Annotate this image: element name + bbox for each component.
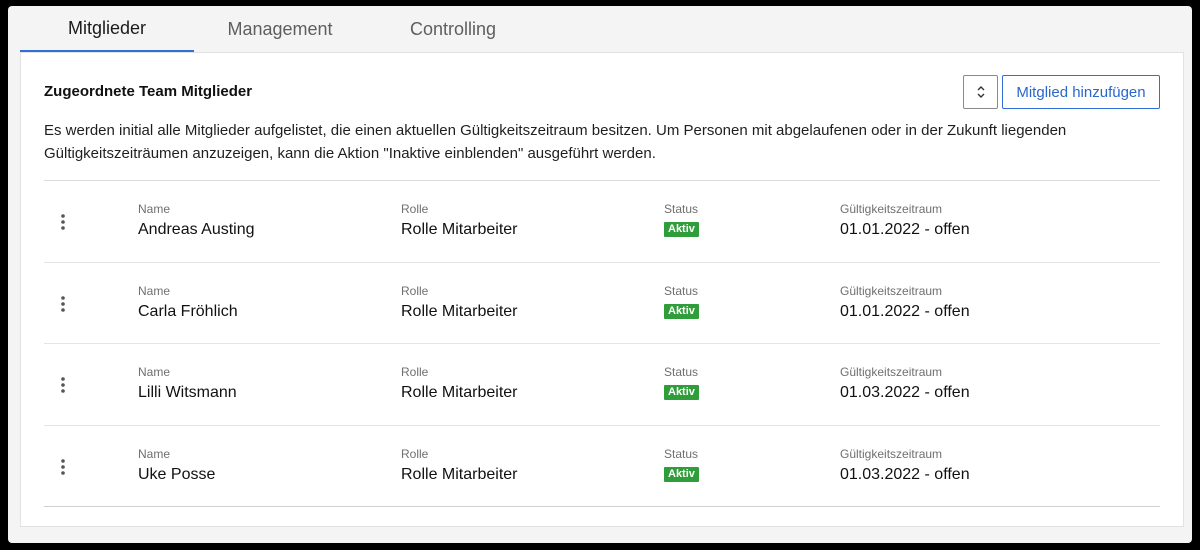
sort-button[interactable] bbox=[963, 75, 998, 109]
row-menu-button[interactable] bbox=[56, 375, 70, 395]
tab-mitglieder[interactable]: Mitglieder bbox=[20, 6, 194, 52]
tab-management[interactable]: Management bbox=[194, 6, 366, 52]
kebab-menu-icon bbox=[61, 458, 65, 475]
kebab-menu-icon bbox=[61, 214, 65, 230]
member-role: Rolle Mitarbeiter bbox=[401, 465, 518, 483]
member-name: Lilli Witsmann bbox=[138, 384, 237, 401]
status-badge: Aktiv bbox=[664, 385, 699, 400]
member-role: Rolle Mitarbeiter bbox=[401, 221, 518, 238]
period-label: Gültigkeitszeitraum bbox=[840, 446, 943, 461]
role-label: Rolle bbox=[401, 446, 429, 461]
add-member-button[interactable]: Mitglied hinzufügen bbox=[1002, 75, 1160, 109]
tab-controlling[interactable]: Controlling bbox=[366, 6, 540, 52]
name-label: Name bbox=[138, 365, 171, 379]
section-title: Zugeordnete Team Mitglieder bbox=[44, 83, 253, 100]
period-cell: Gültigkeitszeitraum 01.03.2022 - offen bbox=[840, 447, 970, 484]
status-cell: Status Aktiv bbox=[664, 447, 699, 482]
role-cell: Rolle Rolle Mitarbeiter bbox=[401, 202, 517, 239]
role-label: Rolle bbox=[401, 202, 429, 216]
status-label: Status bbox=[664, 365, 699, 379]
period-cell: Gültigkeitszeitraum 01.01.2022 - offen bbox=[840, 284, 970, 321]
name-label: Name bbox=[138, 446, 171, 461]
member-name: Uke Posse bbox=[138, 465, 216, 483]
intro-text: Es werden initial alle Mitglieder aufgel… bbox=[44, 119, 1144, 165]
row-menu-button[interactable] bbox=[56, 457, 70, 477]
table-row: Name Lilli Witsmann Rolle Rolle Mitarbei… bbox=[44, 344, 1160, 426]
members-card: Zugeordnete Team Mitglieder Mitglied hin… bbox=[20, 52, 1184, 527]
period-label: Gültigkeitszeitraum bbox=[840, 202, 943, 216]
sort-updown-icon bbox=[977, 86, 984, 98]
name-cell: Name Carla Fröhlich bbox=[138, 284, 238, 321]
status-label: Status bbox=[664, 202, 699, 216]
role-cell: Rolle Rolle Mitarbeiter bbox=[401, 447, 517, 484]
member-period: 01.01.2022 - offen bbox=[840, 221, 970, 238]
member-role: Rolle Mitarbeiter bbox=[401, 302, 518, 320]
status-badge: Aktiv bbox=[664, 222, 699, 237]
status-cell: Status Aktiv bbox=[664, 202, 699, 237]
status-cell: Status Aktiv bbox=[664, 284, 699, 319]
period-label: Gültigkeitszeitraum bbox=[840, 283, 943, 298]
status-label: Status bbox=[664, 446, 699, 461]
period-cell: Gültigkeitszeitraum 01.03.2022 - offen bbox=[840, 365, 970, 402]
kebab-menu-icon bbox=[61, 295, 65, 312]
table-row: Name Carla Fröhlich Rolle Rolle Mitarbei… bbox=[44, 263, 1160, 344]
intro-line-1: Es werden initial alle Mitglieder aufgel… bbox=[44, 122, 1067, 139]
row-menu-button[interactable] bbox=[56, 294, 70, 314]
row-menu-button[interactable] bbox=[56, 212, 70, 232]
status-badge: Aktiv bbox=[664, 466, 699, 482]
status-badge: Aktiv bbox=[664, 303, 699, 319]
name-label: Name bbox=[138, 283, 171, 298]
status-cell: Status Aktiv bbox=[664, 365, 699, 400]
name-cell: Name Andreas Austing bbox=[138, 202, 255, 239]
role-label: Rolle bbox=[401, 365, 429, 379]
intro-line-2: Gültigkeitszeiträumen anzuzeigen, kann d… bbox=[44, 145, 656, 162]
period-label: Gültigkeitszeitraum bbox=[840, 365, 943, 379]
name-cell: Name Lilli Witsmann bbox=[138, 365, 237, 402]
role-label: Rolle bbox=[401, 283, 429, 298]
name-label: Name bbox=[138, 202, 171, 216]
status-label: Status bbox=[664, 283, 699, 298]
role-cell: Rolle Rolle Mitarbeiter bbox=[401, 365, 517, 402]
tab-bar: Mitglieder Management Controlling bbox=[20, 6, 540, 52]
member-period: 01.03.2022 - offen bbox=[840, 384, 970, 401]
table-row: Name Andreas Austing Rolle Rolle Mitarbe… bbox=[44, 181, 1160, 263]
members-table: Name Andreas Austing Rolle Rolle Mitarbe… bbox=[44, 180, 1160, 507]
name-cell: Name Uke Posse bbox=[138, 447, 215, 484]
member-name: Andreas Austing bbox=[138, 221, 255, 238]
kebab-menu-icon bbox=[61, 377, 65, 393]
app-window: Mitglieder Management Controlling Zugeor… bbox=[8, 6, 1192, 543]
member-name: Carla Fröhlich bbox=[138, 302, 238, 320]
member-role: Rolle Mitarbeiter bbox=[401, 384, 518, 401]
table-row: Name Uke Posse Rolle Rolle Mitarbeiter S… bbox=[44, 426, 1160, 507]
period-cell: Gültigkeitszeitraum 01.01.2022 - offen bbox=[840, 202, 970, 239]
role-cell: Rolle Rolle Mitarbeiter bbox=[401, 284, 517, 321]
member-period: 01.01.2022 - offen bbox=[840, 302, 970, 320]
member-period: 01.03.2022 - offen bbox=[840, 465, 970, 483]
